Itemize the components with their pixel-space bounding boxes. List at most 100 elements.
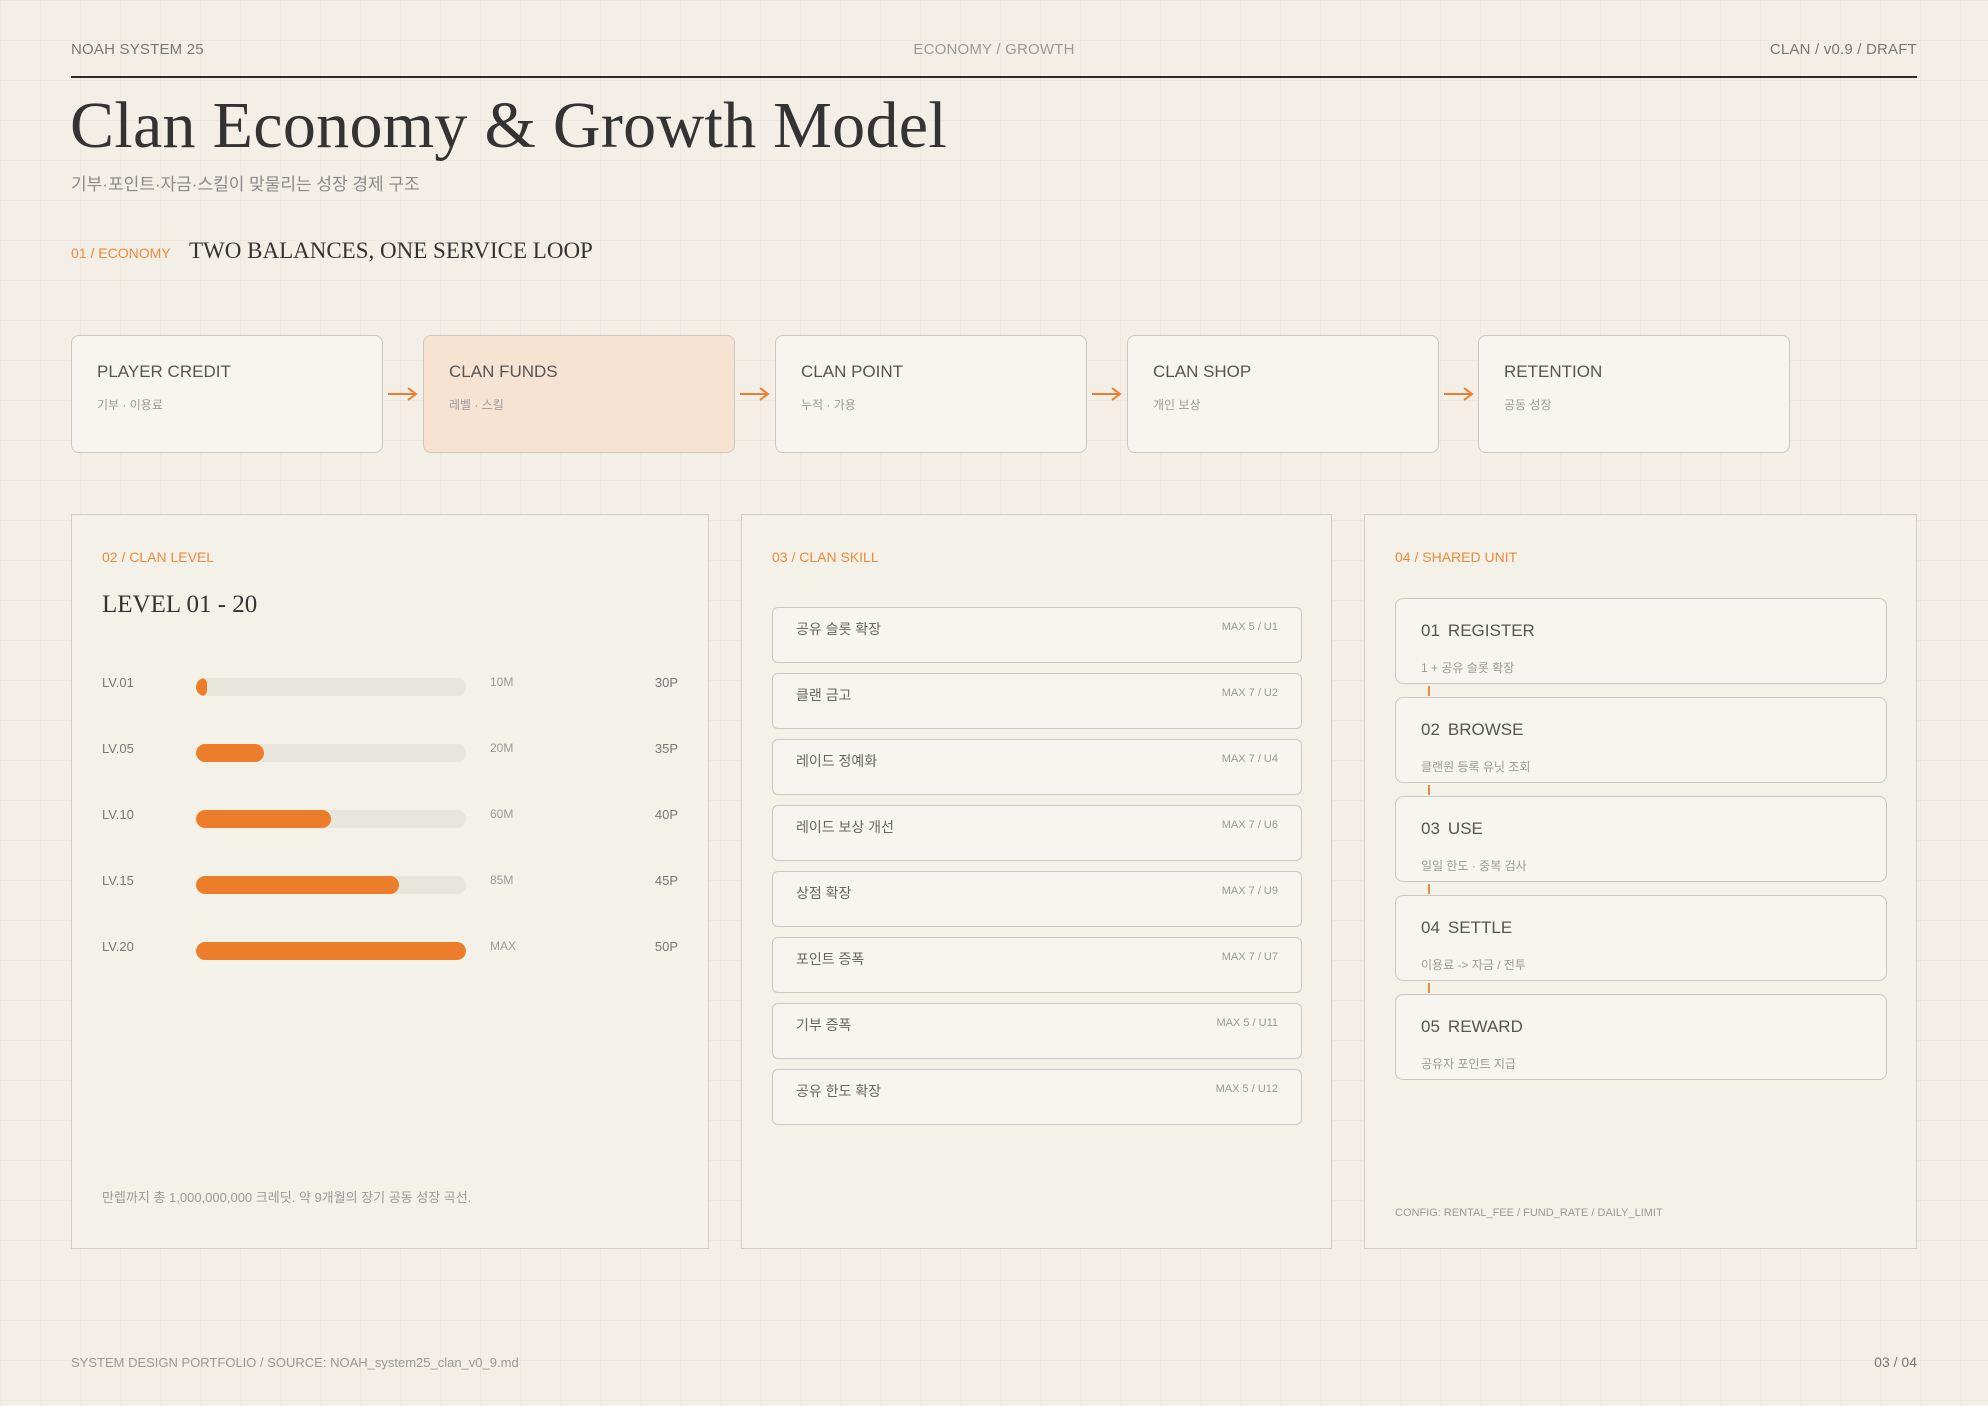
level-row: LV.05 20M 35P bbox=[72, 741, 708, 762]
header-rule bbox=[71, 76, 1917, 78]
skill-max-level: MAX 7 / U7 bbox=[1221, 951, 1278, 963]
clan-level-label: 02 / CLAN LEVEL bbox=[102, 549, 215, 565]
level-row: LV.15 85M 45P bbox=[72, 873, 708, 894]
step-name: BROWSE bbox=[1447, 720, 1524, 739]
level-name: LV.15 bbox=[102, 873, 134, 888]
flow-box-clan-funds: CLAN FUNDS 레벨 · 스킬 bbox=[423, 335, 735, 453]
level-progress-track bbox=[196, 810, 466, 828]
flow-box-name: PLAYER CREDIT bbox=[97, 362, 231, 381]
level-requirement: 85M bbox=[490, 873, 514, 887]
shared-unit-label: 04 / SHARED UNIT bbox=[1395, 549, 1518, 565]
arrow-right-icon bbox=[388, 386, 418, 402]
level-row: LV.10 60M 40P bbox=[72, 807, 708, 828]
level-progress-track bbox=[196, 678, 466, 696]
level-name: LV.01 bbox=[102, 675, 134, 690]
skill-name: 공유 슬롯 확장 bbox=[796, 621, 882, 637]
skill-max-level: MAX 5 / U11 bbox=[1216, 1017, 1278, 1029]
economy-section-label: 01 / ECONOMY bbox=[71, 245, 171, 261]
clan-level-note: 만렙까지 총 1,000,000,000 크레딧. 약 9개월의 장기 공동 성… bbox=[102, 1190, 472, 1205]
economy-section-title: TWO BALANCES, ONE SERVICE LOOP bbox=[189, 238, 593, 263]
footer-page-number: 03 / 04 bbox=[1874, 1354, 1917, 1370]
flow-box-clan-point: CLAN POINT 누적 · 가용 bbox=[775, 335, 1087, 453]
skill-max-level: MAX 7 / U6 bbox=[1221, 819, 1278, 831]
step-connector bbox=[1428, 884, 1430, 894]
skill-item[interactable]: 포인트 증폭 MAX 7 / U7 bbox=[772, 937, 1302, 993]
skill-item[interactable]: 기부 증폭 MAX 5 / U11 bbox=[772, 1003, 1302, 1059]
skill-item[interactable]: 레이드 보상 개선 MAX 7 / U6 bbox=[772, 805, 1302, 861]
skill-item[interactable]: 클랜 금고 MAX 7 / U2 bbox=[772, 673, 1302, 729]
header-version: CLAN / v0.9 / DRAFT bbox=[1769, 41, 1917, 58]
level-requirement: 10M bbox=[490, 675, 514, 689]
flow-box-sub: 공동 성장 bbox=[1504, 398, 1552, 412]
header-section-name: ECONOMY / GROWTH bbox=[913, 41, 1075, 58]
step-description: 공유자 포인트 지급 bbox=[1421, 1057, 1516, 1071]
clan-level-panel: 02 / CLAN LEVEL LEVEL 01 - 20 LV.01 10M 30… bbox=[71, 514, 709, 1249]
flow-box-player-credit: PLAYER CREDIT 기부 · 이용료 bbox=[71, 335, 383, 453]
shared-unit-step-use[interactable]: 03 USE 일일 한도 · 중복 검사 bbox=[1395, 796, 1887, 882]
clan-skill-panel: 03 / CLAN SKILL 공유 슬롯 확장 MAX 5 / U1 클랜 금고 M… bbox=[741, 514, 1332, 1249]
level-requirement: 60M bbox=[490, 807, 514, 821]
shared-unit-step-reward[interactable]: 05 REWARD 공유자 포인트 지급 bbox=[1395, 994, 1887, 1080]
skill-max-level: MAX 7 / U4 bbox=[1221, 753, 1278, 765]
step-number: 05 bbox=[1421, 1017, 1440, 1036]
skill-name: 기부 증폭 bbox=[796, 1017, 852, 1033]
step-title: 04 SETTLE bbox=[1421, 918, 1512, 938]
arrow-right-icon bbox=[740, 386, 770, 402]
level-requirement: MAX bbox=[490, 939, 517, 953]
flow-box-name: CLAN FUNDS bbox=[449, 362, 558, 381]
level-progress-fill bbox=[196, 810, 331, 828]
skill-item[interactable]: 레이드 정예화 MAX 7 / U4 bbox=[772, 739, 1302, 795]
level-progress-fill bbox=[196, 744, 264, 762]
step-title: 05 REWARD bbox=[1421, 1017, 1523, 1037]
page-title: Clan Economy & Growth Model bbox=[70, 89, 947, 162]
skill-name: 레이드 보상 개선 bbox=[796, 819, 894, 835]
skill-name: 포인트 증폭 bbox=[796, 951, 865, 967]
skill-max-level: MAX 7 / U2 bbox=[1221, 687, 1278, 699]
level-progress-fill bbox=[196, 942, 466, 960]
level-points: 50P bbox=[654, 939, 678, 954]
skill-item[interactable]: 공유 슬롯 확장 MAX 5 / U1 bbox=[772, 607, 1302, 663]
step-number: 04 bbox=[1421, 918, 1440, 937]
flow-box-name: CLAN SHOP bbox=[1153, 362, 1252, 381]
arrow-right-icon bbox=[1092, 386, 1122, 402]
level-points: 40P bbox=[654, 807, 678, 822]
step-name: REGISTER bbox=[1447, 621, 1535, 640]
flow-box-sub: 레벨 · 스킬 bbox=[449, 398, 504, 412]
level-name: LV.10 bbox=[102, 807, 134, 822]
skill-item[interactable]: 상점 확장 MAX 7 / U9 bbox=[772, 871, 1302, 927]
shared-unit-step-settle[interactable]: 04 SETTLE 이용료 -> 자금 / 전투 bbox=[1395, 895, 1887, 981]
level-points: 30P bbox=[654, 675, 678, 690]
shared-unit-config: CONFIG: RENTAL_FEE / FUND_RATE / DAILY_L… bbox=[1395, 1207, 1663, 1219]
shared-unit-step-browse[interactable]: 02 BROWSE 클랜원 등록 유닛 조회 bbox=[1395, 697, 1887, 783]
step-title: 03 USE bbox=[1421, 819, 1483, 839]
flow-box-retention: RETENTION 공동 성장 bbox=[1478, 335, 1790, 453]
level-progress-track bbox=[196, 744, 466, 762]
skill-name: 클랜 금고 bbox=[796, 687, 852, 703]
level-progress-track bbox=[196, 876, 466, 894]
level-points: 35P bbox=[654, 741, 678, 756]
clan-level-title: LEVEL 01 - 20 bbox=[102, 591, 258, 618]
step-title: 02 BROWSE bbox=[1421, 720, 1523, 740]
step-name: REWARD bbox=[1447, 1017, 1523, 1036]
flow-box-name: CLAN POINT bbox=[801, 362, 904, 381]
shared-unit-panel: 04 / SHARED UNIT 01 REGISTER 1 + 공유 슬롯 확장 0… bbox=[1364, 514, 1917, 1249]
skill-name: 공유 한도 확장 bbox=[796, 1083, 882, 1099]
level-progress-fill bbox=[196, 876, 399, 894]
step-description: 클랜원 등록 유닛 조회 bbox=[1421, 760, 1531, 774]
level-progress-fill bbox=[196, 678, 207, 696]
step-description: 일일 한도 · 중복 검사 bbox=[1421, 859, 1527, 873]
flow-box-sub: 누적 · 가용 bbox=[801, 398, 856, 412]
page-subtitle: 기부·포인트·자금·스킬이 맞물리는 성장 경제 구조 bbox=[71, 175, 420, 194]
level-row: LV.01 10M 30P bbox=[72, 675, 708, 696]
skill-item[interactable]: 공유 한도 확장 MAX 5 / U12 bbox=[772, 1069, 1302, 1125]
step-connector bbox=[1428, 785, 1430, 795]
shared-unit-step-register[interactable]: 01 REGISTER 1 + 공유 슬롯 확장 bbox=[1395, 598, 1887, 684]
step-number: 02 bbox=[1421, 720, 1440, 739]
level-points: 45P bbox=[654, 873, 678, 888]
level-row: LV.20 MAX 50P bbox=[72, 939, 708, 960]
step-description: 1 + 공유 슬롯 확장 bbox=[1421, 661, 1515, 675]
flow-box-name: RETENTION bbox=[1504, 362, 1603, 381]
step-name: SETTLE bbox=[1447, 918, 1513, 937]
flow-box-sub: 기부 · 이용료 bbox=[97, 398, 163, 412]
skill-max-level: MAX 7 / U9 bbox=[1221, 885, 1278, 897]
